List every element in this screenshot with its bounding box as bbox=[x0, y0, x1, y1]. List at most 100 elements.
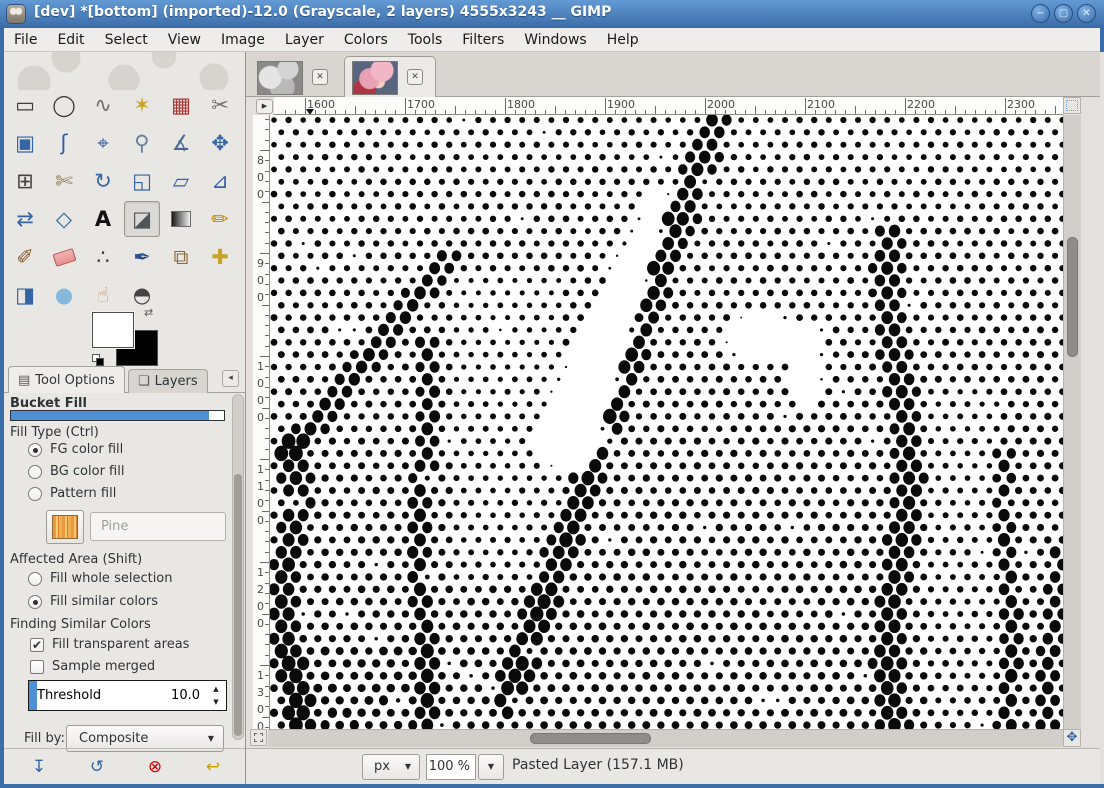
tool-paintbrush[interactable]: ✐ bbox=[7, 239, 43, 275]
menu-tools[interactable]: Tools bbox=[398, 28, 453, 51]
close-button[interactable]: ✕ bbox=[1077, 4, 1096, 23]
tool-text[interactable]: A bbox=[85, 201, 121, 237]
menu-select[interactable]: Select bbox=[95, 28, 158, 51]
unit-dropdown[interactable]: px ▼ bbox=[362, 754, 420, 780]
tool-eraser[interactable] bbox=[46, 239, 82, 275]
default-colors-icon[interactable] bbox=[92, 354, 105, 367]
radio-icon[interactable] bbox=[28, 595, 42, 609]
pattern-preview-button[interactable] bbox=[46, 510, 84, 544]
tab-layers[interactable]: ❏Layers bbox=[128, 369, 208, 393]
zoom-dropdown-button[interactable]: ▼ bbox=[478, 754, 504, 780]
tool-dodge-burn[interactable]: ◓ bbox=[124, 277, 160, 313]
finding-checkbox[interactable]: ✔Fill transparent areas bbox=[30, 637, 189, 652]
zoom-follow-window-toggle[interactable] bbox=[1063, 97, 1081, 114]
dock-collapse-button[interactable]: ◂ bbox=[222, 370, 239, 387]
foreground-color-swatch[interactable] bbox=[92, 312, 134, 348]
tool-bucket-fill[interactable]: ◪ bbox=[124, 201, 160, 237]
checkbox-icon[interactable]: ✔ bbox=[30, 638, 44, 652]
swap-colors-icon[interactable]: ⇄ bbox=[144, 306, 153, 319]
tab-tool-options[interactable]: ▤Tool Options bbox=[8, 366, 125, 393]
close-tab-icon[interactable]: ✕ bbox=[312, 69, 328, 85]
tool-select-by-color[interactable]: ▦ bbox=[163, 87, 199, 123]
title-bar[interactable]: [dev] *[bottom] (imported)-12.0 (Graysca… bbox=[0, 0, 1104, 28]
tool-heal[interactable]: ✚ bbox=[202, 239, 238, 275]
tool-rotate[interactable]: ↻ bbox=[85, 163, 121, 199]
tool-gradient[interactable] bbox=[163, 201, 199, 237]
vertical-scrollbar[interactable] bbox=[1063, 115, 1081, 729]
threshold-slider[interactable]: Threshold 10.0 ▲ ▼ bbox=[28, 680, 227, 711]
horizontal-scrollbar[interactable] bbox=[268, 729, 1063, 747]
tool-pencil[interactable]: ✏ bbox=[202, 201, 238, 237]
opacity-slider[interactable] bbox=[10, 410, 225, 421]
tool-clone[interactable]: ⧉ bbox=[163, 239, 199, 275]
horizontal-scrollbar-thumb[interactable] bbox=[530, 733, 651, 744]
finding-checkbox[interactable]: Sample merged bbox=[30, 659, 155, 674]
minimize-button[interactable]: − bbox=[1031, 4, 1050, 23]
reset-options-button[interactable]: ↩ bbox=[200, 755, 226, 779]
tool-perspective[interactable]: ⊿ bbox=[202, 163, 238, 199]
menu-image[interactable]: Image bbox=[211, 28, 275, 51]
tool-smudge[interactable]: ☝ bbox=[85, 277, 121, 313]
maximize-button[interactable]: ▢ bbox=[1054, 4, 1073, 23]
menu-layer[interactable]: Layer bbox=[275, 28, 334, 51]
radio-icon[interactable] bbox=[28, 487, 42, 501]
tool-cage-transform[interactable]: ◇ bbox=[46, 201, 82, 237]
fill-type-option[interactable]: BG color fill bbox=[28, 464, 124, 479]
image-tab-grayscale-image[interactable]: ✕ bbox=[250, 57, 342, 97]
threshold-spinner[interactable]: ▲ ▼ bbox=[209, 682, 223, 709]
zoom-level-field[interactable]: 100 % bbox=[426, 754, 476, 780]
vertical-scrollbar-thumb[interactable] bbox=[1067, 237, 1078, 357]
tool-flip[interactable]: ⇄ bbox=[7, 201, 43, 237]
image-canvas[interactable] bbox=[270, 115, 1063, 730]
tool-move[interactable]: ✥ bbox=[202, 125, 238, 161]
menu-colors[interactable]: Colors bbox=[334, 28, 398, 51]
delete-options-button[interactable]: ⊗ bbox=[142, 755, 168, 779]
image-menu-button[interactable]: ▶ bbox=[256, 99, 273, 114]
tool-measure[interactable]: ∡ bbox=[163, 125, 199, 161]
menu-file[interactable]: File bbox=[4, 28, 47, 51]
tool-ellipse-select[interactable]: ◯ bbox=[46, 87, 82, 123]
tool-airbrush[interactable]: ∴ bbox=[85, 239, 121, 275]
radio-icon[interactable] bbox=[28, 443, 42, 457]
tool-ink[interactable]: ✒ bbox=[124, 239, 160, 275]
affected-area-option[interactable]: Fill similar colors bbox=[28, 594, 158, 609]
checkbox-icon[interactable] bbox=[30, 660, 44, 674]
tool-crop[interactable]: ✄ bbox=[46, 163, 82, 199]
tool-fuzzy-select[interactable]: ✶ bbox=[124, 87, 160, 123]
navigation-button[interactable]: ✥ bbox=[1063, 729, 1081, 747]
tool-rectangle-select[interactable]: ▭ bbox=[7, 87, 43, 123]
quick-mask-toggle[interactable] bbox=[250, 729, 267, 746]
close-tab-icon[interactable]: ✕ bbox=[407, 69, 423, 85]
tool-perspective-clone[interactable]: ◨ bbox=[7, 277, 43, 313]
fill-type-option[interactable]: FG color fill bbox=[28, 442, 123, 457]
menu-view[interactable]: View bbox=[158, 28, 211, 51]
tool-foreground-select[interactable]: ▣ bbox=[7, 125, 43, 161]
spin-up-icon[interactable]: ▲ bbox=[213, 685, 218, 693]
menu-help[interactable]: Help bbox=[597, 28, 649, 51]
tool-align[interactable]: ⊞ bbox=[7, 163, 43, 199]
horizontal-ruler[interactable]: 16001700180019002000210022002300 bbox=[274, 97, 1063, 115]
tool-zoom[interactable]: ⚲ bbox=[124, 125, 160, 161]
restore-options-button[interactable]: ↺ bbox=[84, 755, 110, 779]
radio-icon[interactable] bbox=[28, 572, 42, 586]
save-options-button[interactable]: ↧ bbox=[26, 755, 52, 779]
tool-color-picker[interactable]: ⌖ bbox=[85, 125, 121, 161]
tool-blur-sharpen[interactable]: ● bbox=[46, 277, 82, 313]
radio-icon[interactable] bbox=[28, 465, 42, 479]
tool-scissors-select[interactable]: ✂ bbox=[202, 87, 238, 123]
tool-paths[interactable]: ʃ bbox=[46, 125, 82, 161]
affected-area-option[interactable]: Fill whole selection bbox=[28, 571, 173, 586]
menu-filters[interactable]: Filters bbox=[452, 28, 514, 51]
menu-windows[interactable]: Windows bbox=[514, 28, 597, 51]
image-tab-color-image[interactable]: ✕ bbox=[344, 56, 436, 97]
tool-options-scrollbar-thumb[interactable] bbox=[234, 474, 242, 736]
tool-scale[interactable]: ◱ bbox=[124, 163, 160, 199]
fill-type-option[interactable]: Pattern fill bbox=[28, 486, 116, 501]
tool-shear[interactable]: ▱ bbox=[163, 163, 199, 199]
vertical-ruler[interactable]: 8 0 09 0 01 0 0 01 1 0 01 2 0 01 3 0 0 bbox=[253, 115, 270, 730]
spin-down-icon[interactable]: ▼ bbox=[213, 698, 218, 706]
menu-edit[interactable]: Edit bbox=[47, 28, 94, 51]
tool-options-scrollbar[interactable] bbox=[232, 394, 244, 740]
pattern-name-field[interactable]: Pine bbox=[90, 512, 226, 541]
tool-free-select[interactable]: ∿ bbox=[85, 87, 121, 123]
